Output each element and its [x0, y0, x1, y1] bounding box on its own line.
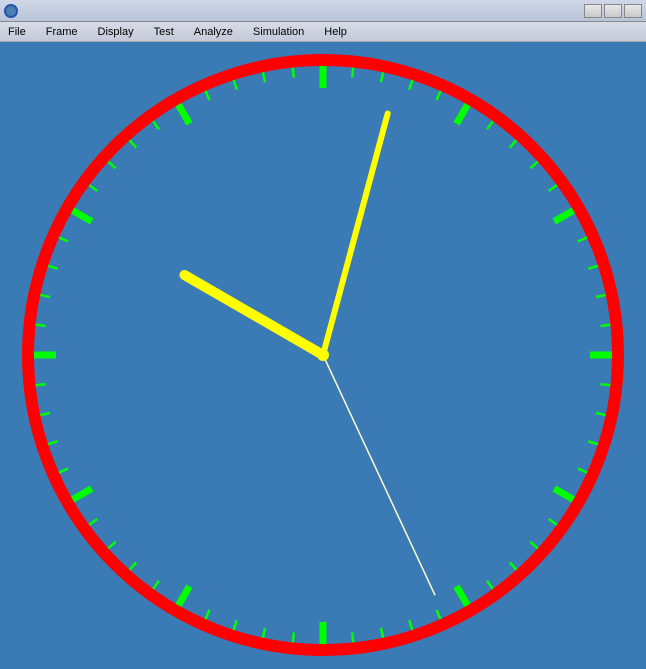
- clock-area: // Draw ticks const svg = document.query…: [0, 42, 646, 669]
- window-controls: [584, 4, 642, 18]
- menu-file[interactable]: File: [4, 24, 30, 40]
- title-bar: [0, 0, 646, 22]
- menu-analyze[interactable]: Analyze: [190, 24, 237, 40]
- menu-simulation[interactable]: Simulation: [249, 24, 308, 40]
- menu-test[interactable]: Test: [150, 24, 178, 40]
- menu-frame[interactable]: Frame: [42, 24, 82, 40]
- minimize-button[interactable]: [584, 4, 602, 18]
- menu-display[interactable]: Display: [94, 24, 138, 40]
- menu-help[interactable]: Help: [320, 24, 351, 40]
- maximize-button[interactable]: [604, 4, 622, 18]
- clock-svg: // Draw ticks const svg = document.query…: [0, 42, 646, 669]
- title-bar-left: [4, 4, 22, 18]
- menu-bar: File Frame Display Test Analyze Simulati…: [0, 22, 646, 42]
- close-button[interactable]: [624, 4, 642, 18]
- app-icon: [4, 4, 18, 18]
